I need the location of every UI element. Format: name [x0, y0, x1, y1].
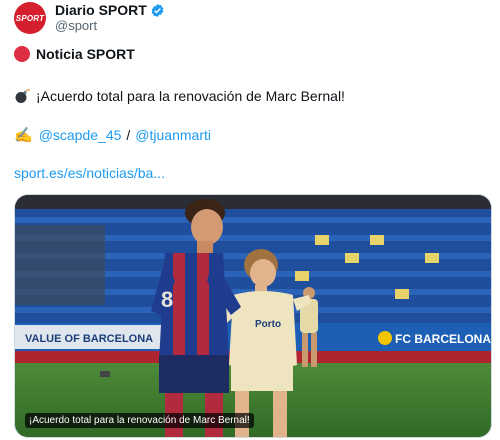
- headline-text: Noticia SPORT: [36, 46, 135, 62]
- tweet-line-headline: Noticia SPORT: [14, 46, 135, 62]
- shirt-number: 8: [161, 287, 173, 312]
- separator: /: [126, 127, 131, 143]
- name-row: Diario SPORT: [55, 2, 165, 18]
- display-name[interactable]: Diario SPORT: [55, 2, 147, 18]
- photo-illustration: VALUE OF BARCELONA FC BARCELONA Porto 8: [15, 195, 491, 437]
- tweet-line-link: sport.es/es/noticias/ba...: [14, 165, 165, 181]
- handle[interactable]: @sport: [55, 18, 165, 34]
- tweet-photo[interactable]: VALUE OF BARCELONA FC BARCELONA Porto 8 …: [14, 194, 492, 438]
- writing-hand-icon: ✍: [14, 127, 33, 144]
- board-text: VALUE OF BARCELONA: [25, 333, 153, 345]
- verified-badge-icon: [151, 3, 164, 17]
- red-circle-icon: [14, 46, 30, 62]
- avatar[interactable]: SPORT: [14, 2, 46, 34]
- banner-text: FC BARCELONA: [395, 332, 491, 346]
- mention-scapde[interactable]: @scapde_45: [39, 127, 122, 143]
- bomb-icon: [15, 88, 30, 103]
- jersey-text: Porto: [255, 319, 281, 330]
- body-text: ¡Acuerdo total para la renovación de Mar…: [36, 88, 345, 104]
- avatar-logo-text: SPORT: [15, 13, 45, 23]
- tweet-line-authors: ✍ @scapde_45 / @tjuanmarti: [14, 126, 211, 144]
- photo-caption: ¡Acuerdo total para la renovación de Mar…: [25, 413, 254, 428]
- article-link[interactable]: sport.es/es/noticias/ba...: [14, 165, 165, 181]
- mention-tjuanmarti[interactable]: @tjuanmarti: [135, 127, 211, 143]
- tweet-header: SPORT Diario SPORT @sport: [14, 2, 165, 36]
- author-names: Diario SPORT @sport: [55, 2, 165, 34]
- tweet-line-body: ¡Acuerdo total para la renovación de Mar…: [14, 88, 345, 104]
